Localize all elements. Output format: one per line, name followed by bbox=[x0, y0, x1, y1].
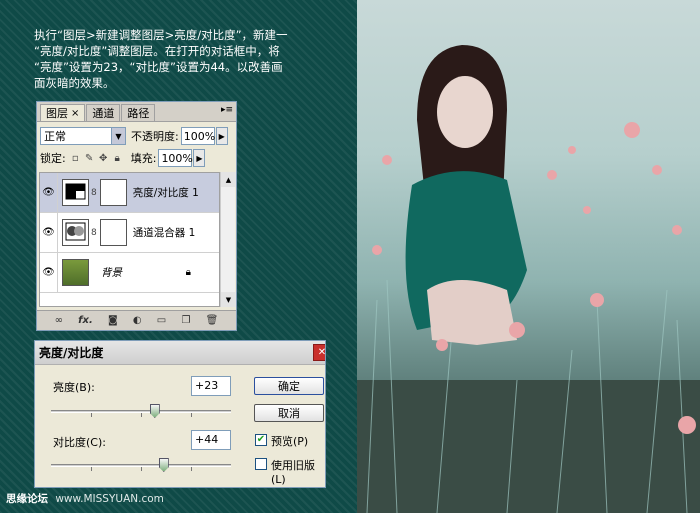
tab-layers[interactable]: 图层 × bbox=[40, 104, 86, 121]
opacity-label: 不透明度: bbox=[131, 130, 179, 143]
instruction-line-2: “亮度/对比度”调整图层。在打开的对话框中，将 bbox=[34, 44, 280, 58]
folder-icon[interactable]: ▭ bbox=[157, 315, 166, 326]
ok-button[interactable]: 确定 bbox=[254, 377, 324, 395]
adjustment-thumbnail bbox=[62, 219, 89, 246]
fill-label: 填充: bbox=[130, 152, 157, 165]
legacy-checkbox[interactable] bbox=[255, 458, 267, 470]
slider-tick bbox=[141, 413, 142, 417]
scroll-up-icon[interactable]: ▲ bbox=[221, 172, 236, 187]
background-thumbnail bbox=[62, 259, 89, 286]
lock-image-icon[interactable]: ✎ bbox=[84, 153, 95, 164]
photo-illustration bbox=[357, 45, 700, 513]
brightness-input[interactable]: +23 bbox=[191, 376, 231, 396]
adjustment-thumbnail bbox=[62, 179, 89, 206]
instruction-line-3: “亮度”设置为23，“对比度”设置为44。以改善画 bbox=[34, 60, 283, 74]
lock-all-icon[interactable]: 🔒︎ bbox=[112, 153, 123, 164]
fx-icon[interactable]: fx. bbox=[78, 315, 93, 326]
slider-tick bbox=[191, 467, 192, 471]
cancel-button[interactable]: 取消 bbox=[254, 404, 324, 422]
new-layer-icon[interactable]: ❐ bbox=[181, 315, 190, 326]
eye-icon[interactable]: 👁︎ bbox=[40, 252, 58, 293]
layer-mask-thumbnail bbox=[99, 179, 127, 206]
brightness-label: 亮度(B): bbox=[53, 381, 95, 394]
panel-tabs: 图层 × 通道 路径 ▸≡ bbox=[37, 102, 236, 122]
tab-channels-label: 通道 bbox=[92, 107, 115, 120]
instruction-text: 执行“图层>新建调整图层>亮度/对比度”，新建一 “亮度/对比度”调整图层。在打… bbox=[34, 27, 334, 91]
watermark: 思缘论坛 www.MISSYUAN.com bbox=[6, 491, 164, 506]
blend-mode-select[interactable]: 正常 ▼ bbox=[40, 127, 126, 145]
close-icon[interactable]: × bbox=[71, 108, 79, 119]
fill-input[interactable]: 100% bbox=[158, 149, 193, 167]
lock-label: 锁定: bbox=[40, 152, 66, 165]
close-icon[interactable]: ✕ bbox=[313, 344, 325, 361]
fill-slider-button[interactable]: ▶ bbox=[193, 149, 206, 167]
layer-name: 通道混合器 1 bbox=[132, 227, 196, 239]
eye-icon[interactable]: 👁︎ bbox=[40, 172, 58, 213]
contrast-input[interactable]: +44 bbox=[191, 430, 231, 450]
layer-row-brightness-contrast[interactable]: 👁︎ 8 亮度/对比度 1 bbox=[40, 172, 219, 213]
brightness-slider-thumb[interactable] bbox=[149, 404, 160, 418]
lock-icons: ▫ ✎ ✥ 🔒︎ bbox=[70, 153, 123, 164]
layer-row-channel-mixer[interactable]: 👁︎ 8 通道混合器 1 bbox=[40, 212, 219, 253]
preview-label: 预览(P) bbox=[271, 435, 309, 448]
adjustment-icon[interactable]: ◐ bbox=[133, 315, 142, 326]
trash-icon[interactable]: 🗑︎ bbox=[206, 315, 219, 326]
dialog-title: 亮度/对比度 bbox=[39, 346, 104, 360]
legacy-label: 使用旧版(L) bbox=[271, 459, 315, 486]
lock-row: 锁定: ▫ ✎ ✥ 🔒︎ 填充: 100% ▶ bbox=[37, 147, 236, 169]
tab-layers-label: 图层 bbox=[46, 107, 68, 120]
watermark-forum: 思缘论坛 bbox=[6, 493, 48, 505]
tab-paths-label: 路径 bbox=[127, 107, 150, 120]
layer-name: 亮度/对比度 1 bbox=[132, 187, 199, 199]
photo bbox=[357, 0, 700, 513]
panel-menu-icon[interactable]: ▸≡ bbox=[221, 105, 233, 115]
instruction-line-4: 面灰暗的效果。 bbox=[34, 76, 115, 90]
dialog-titlebar[interactable]: 亮度/对比度 ✕ bbox=[35, 341, 325, 365]
slider-tick bbox=[91, 413, 92, 417]
watermark-url: www.MISSYUAN.com bbox=[55, 493, 164, 505]
chain-icon[interactable]: 8 bbox=[91, 228, 97, 238]
lock-transparent-icon[interactable]: ▫ bbox=[70, 153, 81, 164]
layer-row-background[interactable]: 👁︎ 背景 🔒︎ bbox=[40, 252, 219, 293]
instruction-line-1: 执行“图层>新建调整图层>亮度/对比度”，新建一 bbox=[34, 28, 288, 42]
chain-icon[interactable]: 8 bbox=[91, 188, 97, 198]
scroll-down-icon[interactable]: ▼ bbox=[221, 292, 236, 307]
preview-checkbox[interactable]: ✔ bbox=[255, 434, 267, 446]
link-icon[interactable]: ∞ bbox=[55, 315, 63, 326]
mask-icon[interactable]: ◙ bbox=[108, 315, 118, 326]
contrast-slider-thumb[interactable] bbox=[158, 458, 169, 472]
layer-name: 背景 bbox=[101, 267, 122, 279]
blend-row: 正常 ▼ 不透明度: 100% ▶ bbox=[37, 125, 236, 147]
slider-tick bbox=[141, 467, 142, 471]
layer-list: 👁︎ 8 亮度/对比度 1 👁︎ 8 通道混合器 1 👁︎ 背景 🔒︎ bbox=[39, 172, 220, 307]
lock-icon: 🔒︎ bbox=[185, 267, 191, 278]
contrast-label: 对比度(C): bbox=[53, 436, 106, 449]
tab-channels[interactable]: 通道 bbox=[86, 104, 121, 121]
blend-mode-value: 正常 bbox=[44, 130, 66, 143]
layers-panel: 图层 × 通道 路径 ▸≡ 正常 ▼ 不透明度: 100% ▶ 锁定: ▫ ✎ … bbox=[36, 101, 237, 331]
lock-position-icon[interactable]: ✥ bbox=[98, 153, 109, 164]
opacity-slider-button[interactable]: ▶ bbox=[215, 127, 228, 145]
slider-tick bbox=[91, 467, 92, 471]
layers-footer: ∞ fx. ◙ ◐ ▭ ❐ 🗑︎ bbox=[37, 310, 236, 330]
layer-list-scrollbar[interactable]: ▲ ▼ bbox=[220, 172, 236, 307]
slider-tick bbox=[191, 413, 192, 417]
brightness-contrast-dialog: 亮度/对比度 ✕ 亮度(B): +23 对比度(C): +44 确定 取消 ✔ … bbox=[34, 340, 326, 488]
layer-mask-thumbnail bbox=[99, 219, 127, 246]
chevron-down-icon[interactable]: ▼ bbox=[111, 128, 125, 144]
tab-paths[interactable]: 路径 bbox=[121, 104, 156, 121]
eye-icon[interactable]: 👁︎ bbox=[40, 212, 58, 253]
opacity-input[interactable]: 100% bbox=[180, 127, 215, 145]
